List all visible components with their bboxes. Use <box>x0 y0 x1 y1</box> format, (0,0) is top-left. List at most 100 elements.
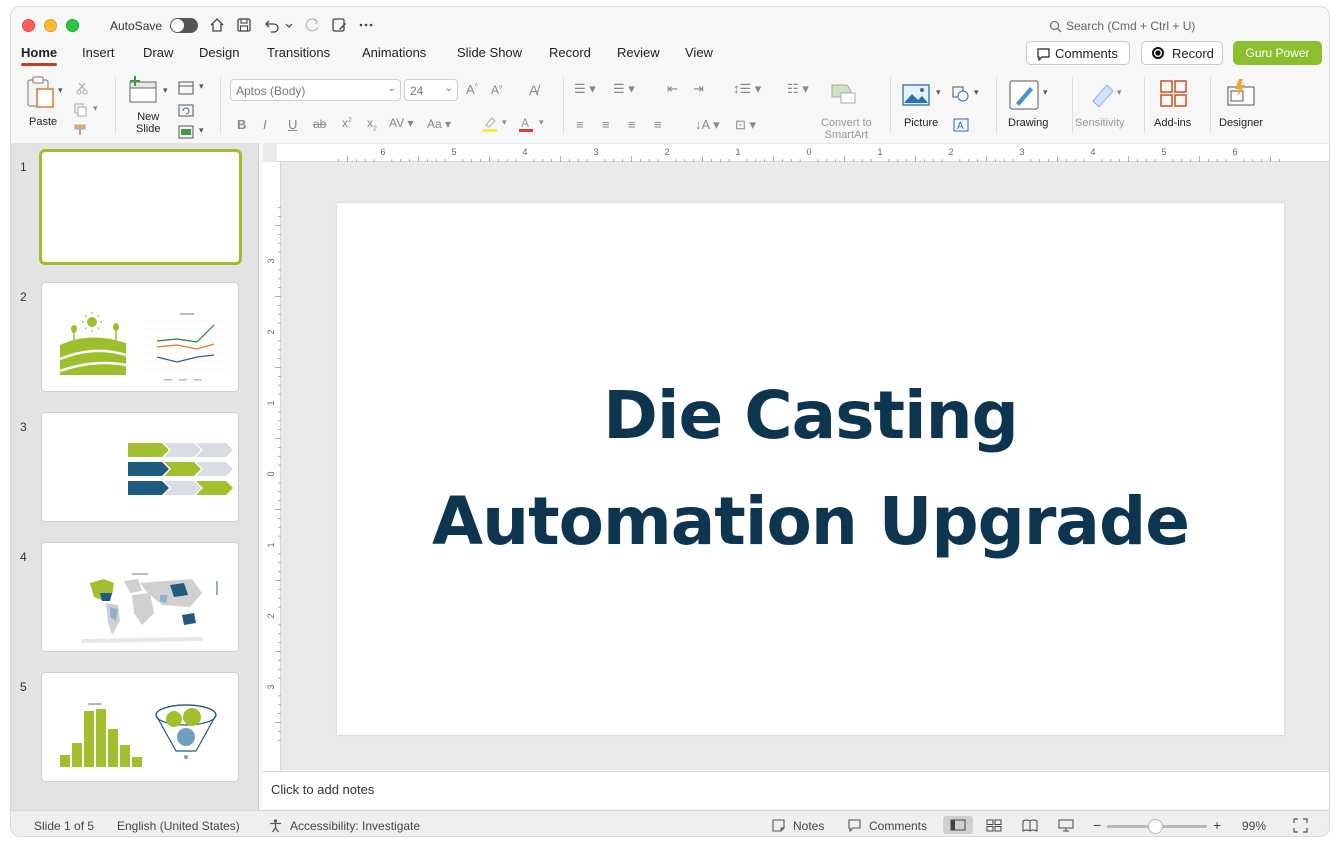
slide-thumbnail-2[interactable] <box>41 282 239 392</box>
format-painter-icon[interactable] <box>73 123 89 137</box>
justify-icon[interactable]: ≡ <box>654 117 662 132</box>
section-chevron-icon[interactable]: ▾ <box>199 125 204 136</box>
font-name-select[interactable]: Aptos (Body) ⌄ <box>230 79 401 101</box>
more-options-icon[interactable] <box>357 16 375 34</box>
tab-animations[interactable]: Animations <box>362 45 426 60</box>
home-icon[interactable] <box>208 16 226 34</box>
align-text-icon[interactable]: ⊡ ▾ <box>735 117 756 133</box>
slide-thumbnail-4[interactable] <box>41 542 239 652</box>
shapes-icon[interactable] <box>951 85 971 103</box>
slide-thumbnail-panel[interactable]: 1 2 3 4 5 <box>11 143 259 810</box>
reset-slide-icon[interactable] <box>178 103 194 117</box>
guru-power-button[interactable]: Guru Power <box>1233 41 1322 65</box>
convert-smartart-icon[interactable] <box>829 81 859 105</box>
current-slide[interactable]: Die Casting Automation Upgrade <box>337 203 1284 735</box>
sensitivity-icon[interactable] <box>1087 79 1117 109</box>
zoom-level[interactable]: 99% <box>1242 819 1266 833</box>
section-icon[interactable] <box>178 125 194 139</box>
autosave-toggle[interactable] <box>170 18 198 33</box>
notes-icon[interactable] <box>771 818 786 833</box>
columns-icon[interactable]: ☷ ▾ <box>787 81 809 97</box>
align-right-icon[interactable]: ≡ <box>628 117 636 132</box>
maximize-window-button[interactable] <box>66 19 79 32</box>
paste-icon[interactable] <box>25 75 55 109</box>
align-left-icon[interactable]: ≡ <box>576 117 584 132</box>
character-spacing-icon[interactable]: AV ▾ <box>389 116 413 130</box>
tab-review[interactable]: Review <box>617 45 660 60</box>
increase-font-size-icon[interactable]: A^ <box>466 82 478 97</box>
search-box[interactable]: Search (Cmd + Ctrl + U) <box>1049 19 1195 33</box>
increase-indent-icon[interactable]: ⇥ <box>693 81 704 97</box>
shapes-chevron-icon[interactable]: ▾ <box>974 87 979 98</box>
language-indicator[interactable]: English (United States) <box>117 819 240 833</box>
new-slide-icon[interactable] <box>127 75 159 105</box>
picture-icon[interactable] <box>901 83 931 107</box>
font-size-select[interactable]: 24 ⌄ <box>404 79 458 101</box>
paste-chevron-icon[interactable]: ▾ <box>58 85 63 96</box>
accessibility-icon[interactable] <box>268 818 283 833</box>
slide-thumbnail-1[interactable] <box>39 149 242 265</box>
picture-chevron-icon[interactable]: ▾ <box>936 87 941 98</box>
italic-icon[interactable]: I <box>263 117 267 132</box>
save-as-icon[interactable] <box>330 16 348 34</box>
font-color-icon[interactable]: A <box>517 115 535 133</box>
zoom-in-button[interactable]: + <box>1213 817 1221 833</box>
comments-button[interactable]: Comments <box>1026 41 1130 65</box>
copy-chevron-icon[interactable]: ▾ <box>93 103 98 114</box>
layout-icon[interactable] <box>178 81 194 95</box>
close-window-button[interactable] <box>22 19 35 32</box>
decrease-indent-icon[interactable]: ⇤ <box>667 81 678 97</box>
undo-icon[interactable] <box>263 16 281 34</box>
font-color-chevron-icon[interactable]: ▾ <box>539 117 544 128</box>
slide-title[interactable]: Die Casting Automation Upgrade <box>337 363 1284 575</box>
normal-view-button[interactable] <box>943 816 973 834</box>
subscript-icon[interactable]: x2 <box>367 116 377 132</box>
underline-icon[interactable]: U <box>288 117 297 132</box>
undo-dropdown-chevron-icon[interactable] <box>284 16 294 34</box>
cut-icon[interactable] <box>75 81 89 95</box>
highlight-chevron-icon[interactable]: ▾ <box>502 117 507 128</box>
drawing-chevron-icon[interactable]: ▾ <box>1043 87 1048 98</box>
text-box-icon[interactable]: A <box>952 117 970 133</box>
decrease-font-size-icon[interactable]: Av <box>491 83 503 97</box>
tab-record[interactable]: Record <box>549 45 591 60</box>
highlight-icon[interactable] <box>481 115 499 133</box>
bullets-icon[interactable]: ☰ ▾ <box>574 81 596 97</box>
numbering-icon[interactable]: ☰ ▾ <box>613 81 635 97</box>
tab-draw[interactable]: Draw <box>143 45 173 60</box>
tab-slide-show[interactable]: Slide Show <box>457 45 522 60</box>
tab-transitions[interactable]: Transitions <box>267 45 330 60</box>
accessibility-status[interactable]: Accessibility: Investigate <box>290 819 420 833</box>
record-button[interactable]: Record <box>1141 41 1223 65</box>
new-slide-chevron-icon[interactable]: ▾ <box>163 85 168 96</box>
notes-toggle[interactable]: Notes <box>793 819 824 833</box>
tab-view[interactable]: View <box>685 45 713 60</box>
slide-show-button[interactable] <box>1051 816 1081 834</box>
text-direction-icon[interactable]: ↓A ▾ <box>695 117 720 133</box>
layout-chevron-icon[interactable]: ▾ <box>199 81 204 92</box>
bold-icon[interactable]: B <box>237 117 246 132</box>
reading-view-button[interactable] <box>1015 816 1045 834</box>
zoom-slider-handle[interactable] <box>1148 819 1163 834</box>
change-case-icon[interactable]: Aa ▾ <box>427 117 451 131</box>
add-ins-icon[interactable] <box>1159 79 1189 109</box>
comments-icon[interactable] <box>847 818 862 833</box>
slide-thumbnail-5[interactable] <box>41 672 239 782</box>
superscript-icon[interactable]: x2 <box>342 116 352 130</box>
strikethrough-icon[interactable]: ab <box>313 117 326 131</box>
zoom-out-button[interactable]: − <box>1093 817 1101 833</box>
slide-sorter-button[interactable] <box>979 816 1009 834</box>
comments-toggle[interactable]: Comments <box>869 819 927 833</box>
tab-design[interactable]: Design <box>199 45 239 60</box>
tab-insert[interactable]: Insert <box>82 45 115 60</box>
sensitivity-chevron-icon[interactable]: ▾ <box>1117 87 1122 98</box>
align-center-icon[interactable]: ≡ <box>602 117 610 132</box>
line-spacing-icon[interactable]: ↕☰ ▾ <box>733 81 761 97</box>
copy-icon[interactable] <box>73 103 89 117</box>
fit-to-window-icon[interactable] <box>1293 818 1308 833</box>
redo-icon[interactable] <box>303 16 321 34</box>
tab-home[interactable]: Home <box>21 45 58 66</box>
notes-pane[interactable]: Click to add notes <box>263 771 1329 809</box>
save-icon[interactable] <box>235 16 253 34</box>
designer-icon[interactable] <box>1225 77 1257 109</box>
